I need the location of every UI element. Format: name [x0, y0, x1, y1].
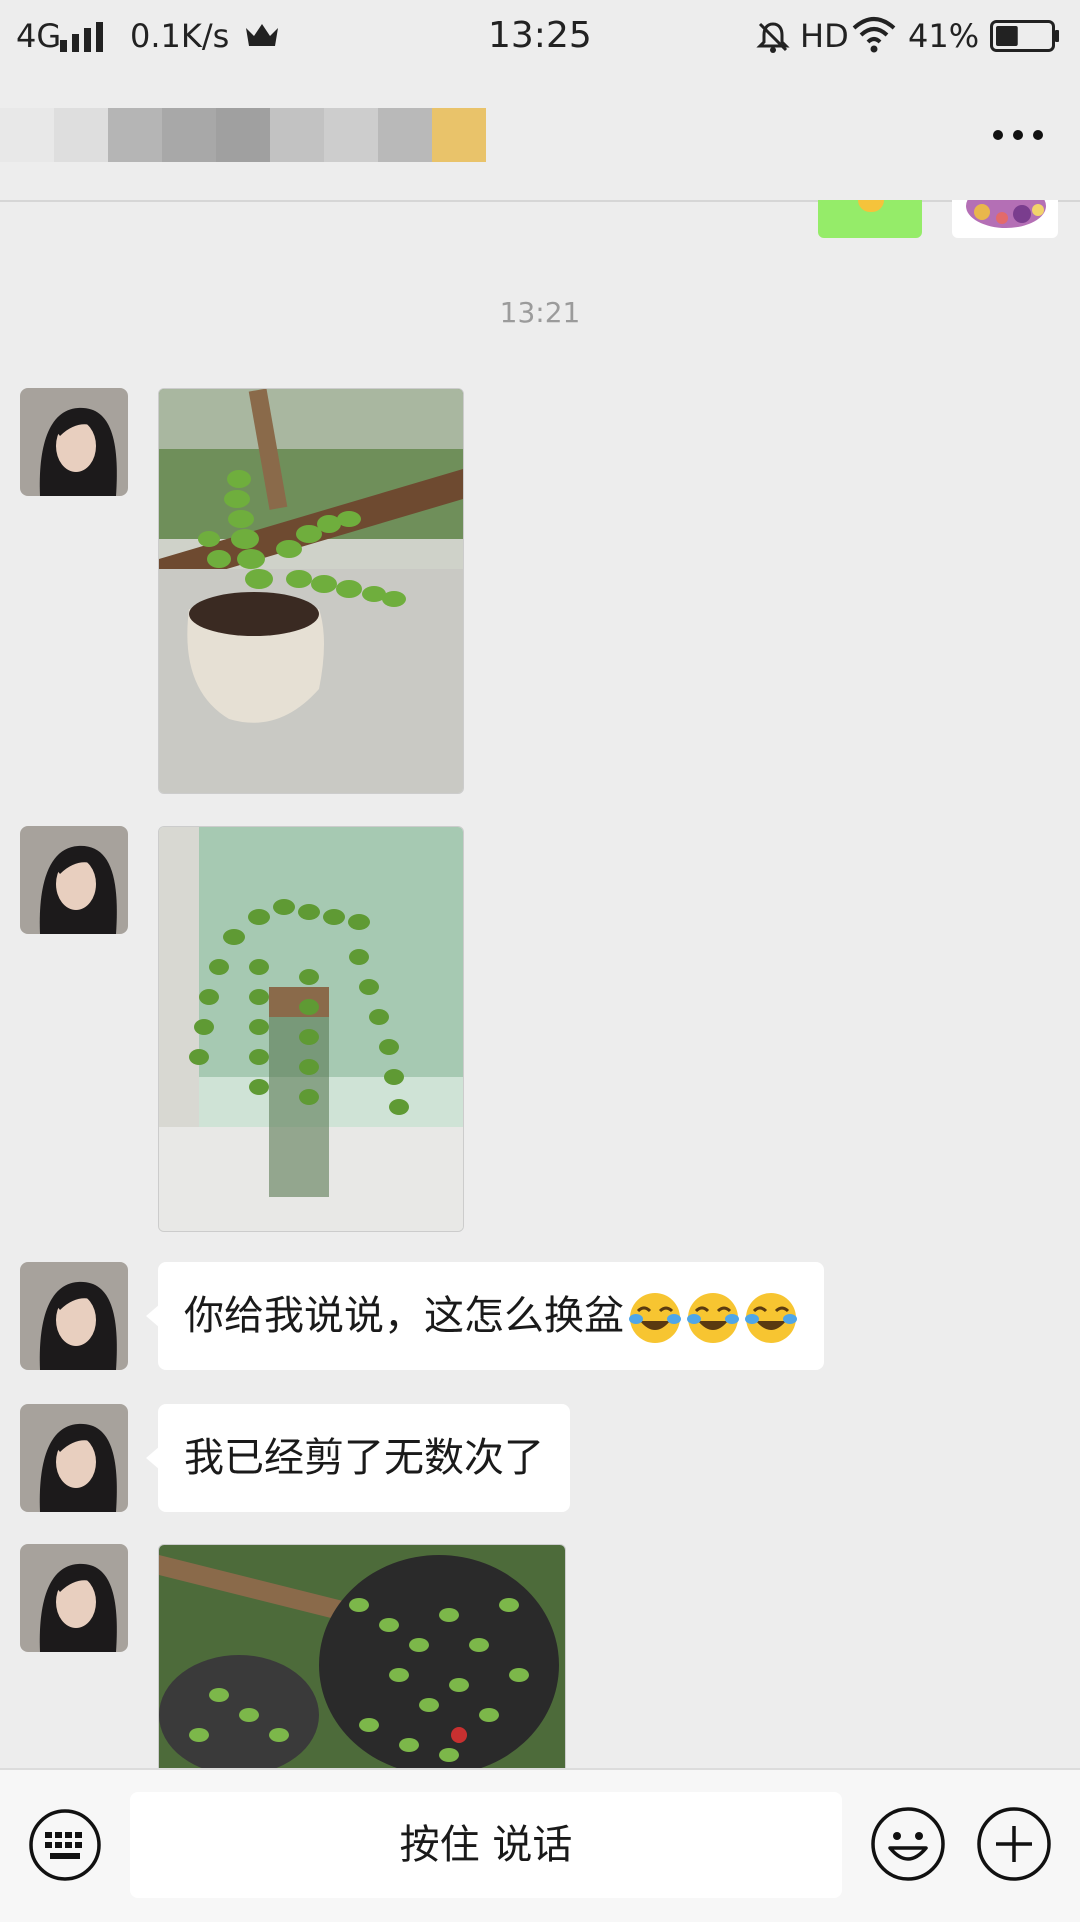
photo-message[interactable]	[158, 1544, 566, 1769]
network-type: 4G	[16, 17, 62, 55]
woman-portrait-image	[20, 1404, 128, 1512]
keyboard-toggle-button[interactable]	[28, 1808, 102, 1882]
message-timestamp: 13:21	[499, 296, 581, 329]
status-bar: 4G 0.1K/s 13:25 HD 41%	[0, 0, 1080, 72]
crying-laughing-emoji	[745, 1293, 797, 1343]
message-text: 我已经剪了无数次了	[184, 1435, 544, 1481]
signal-icon	[60, 22, 103, 52]
contact-avatar[interactable]	[20, 1544, 128, 1652]
more-options-button[interactable]	[990, 120, 1046, 150]
keyboard-icon	[29, 1809, 101, 1881]
contact-avatar[interactable]	[20, 1404, 128, 1512]
woman-portrait-image	[20, 1262, 128, 1370]
emoji-button[interactable]	[870, 1806, 946, 1882]
succulents-in-dark-pots-photo	[159, 1545, 565, 1769]
contact-avatar[interactable]	[20, 388, 128, 496]
battery-icon	[990, 20, 1059, 52]
chat-header	[0, 72, 1080, 202]
avatar-image	[966, 200, 1046, 228]
input-bar: 按住 说话	[0, 1768, 1080, 1922]
battery-percent: 41%	[908, 17, 980, 55]
woman-portrait-image	[20, 1544, 128, 1652]
photo-message[interactable]	[158, 388, 464, 794]
crown-icon	[246, 24, 278, 46]
clock: 13:25	[488, 15, 592, 56]
chat-title-blurred	[0, 108, 486, 162]
previous-sent-bubble[interactable]	[818, 200, 922, 238]
more-dots-icon	[993, 130, 1043, 140]
crying-laughing-emoji	[629, 1293, 681, 1343]
wifi-icon	[852, 17, 896, 53]
succulent-in-white-pot-photo	[159, 389, 463, 793]
contact-avatar[interactable]	[20, 1262, 128, 1370]
network-speed: 0.1K/s	[130, 17, 230, 55]
mute-bell-icon	[756, 22, 790, 53]
woman-portrait-image	[20, 388, 128, 496]
text-message-bubble[interactable]: 我已经剪了无数次了	[146, 1404, 570, 1512]
hold-to-talk-button[interactable]: 按住 说话	[130, 1792, 842, 1898]
woman-portrait-image	[20, 826, 128, 934]
hanging-succulent-in-glass-vase-photo	[159, 827, 463, 1231]
my-avatar[interactable]	[952, 200, 1058, 238]
plus-icon	[977, 1807, 1051, 1881]
hd-indicator: HD	[800, 17, 849, 55]
message-text: 你给我说说，这怎么换盆	[184, 1293, 624, 1339]
emoji-group	[628, 1291, 798, 1345]
contact-avatar[interactable]	[20, 826, 128, 934]
more-functions-button[interactable]	[976, 1806, 1052, 1882]
emoji-fragment	[858, 200, 884, 212]
photo-message[interactable]	[158, 826, 464, 1232]
crying-laughing-emoji	[687, 1293, 739, 1343]
smiley-icon	[871, 1807, 945, 1881]
text-message-bubble[interactable]: 你给我说说，这怎么换盆	[146, 1262, 824, 1370]
